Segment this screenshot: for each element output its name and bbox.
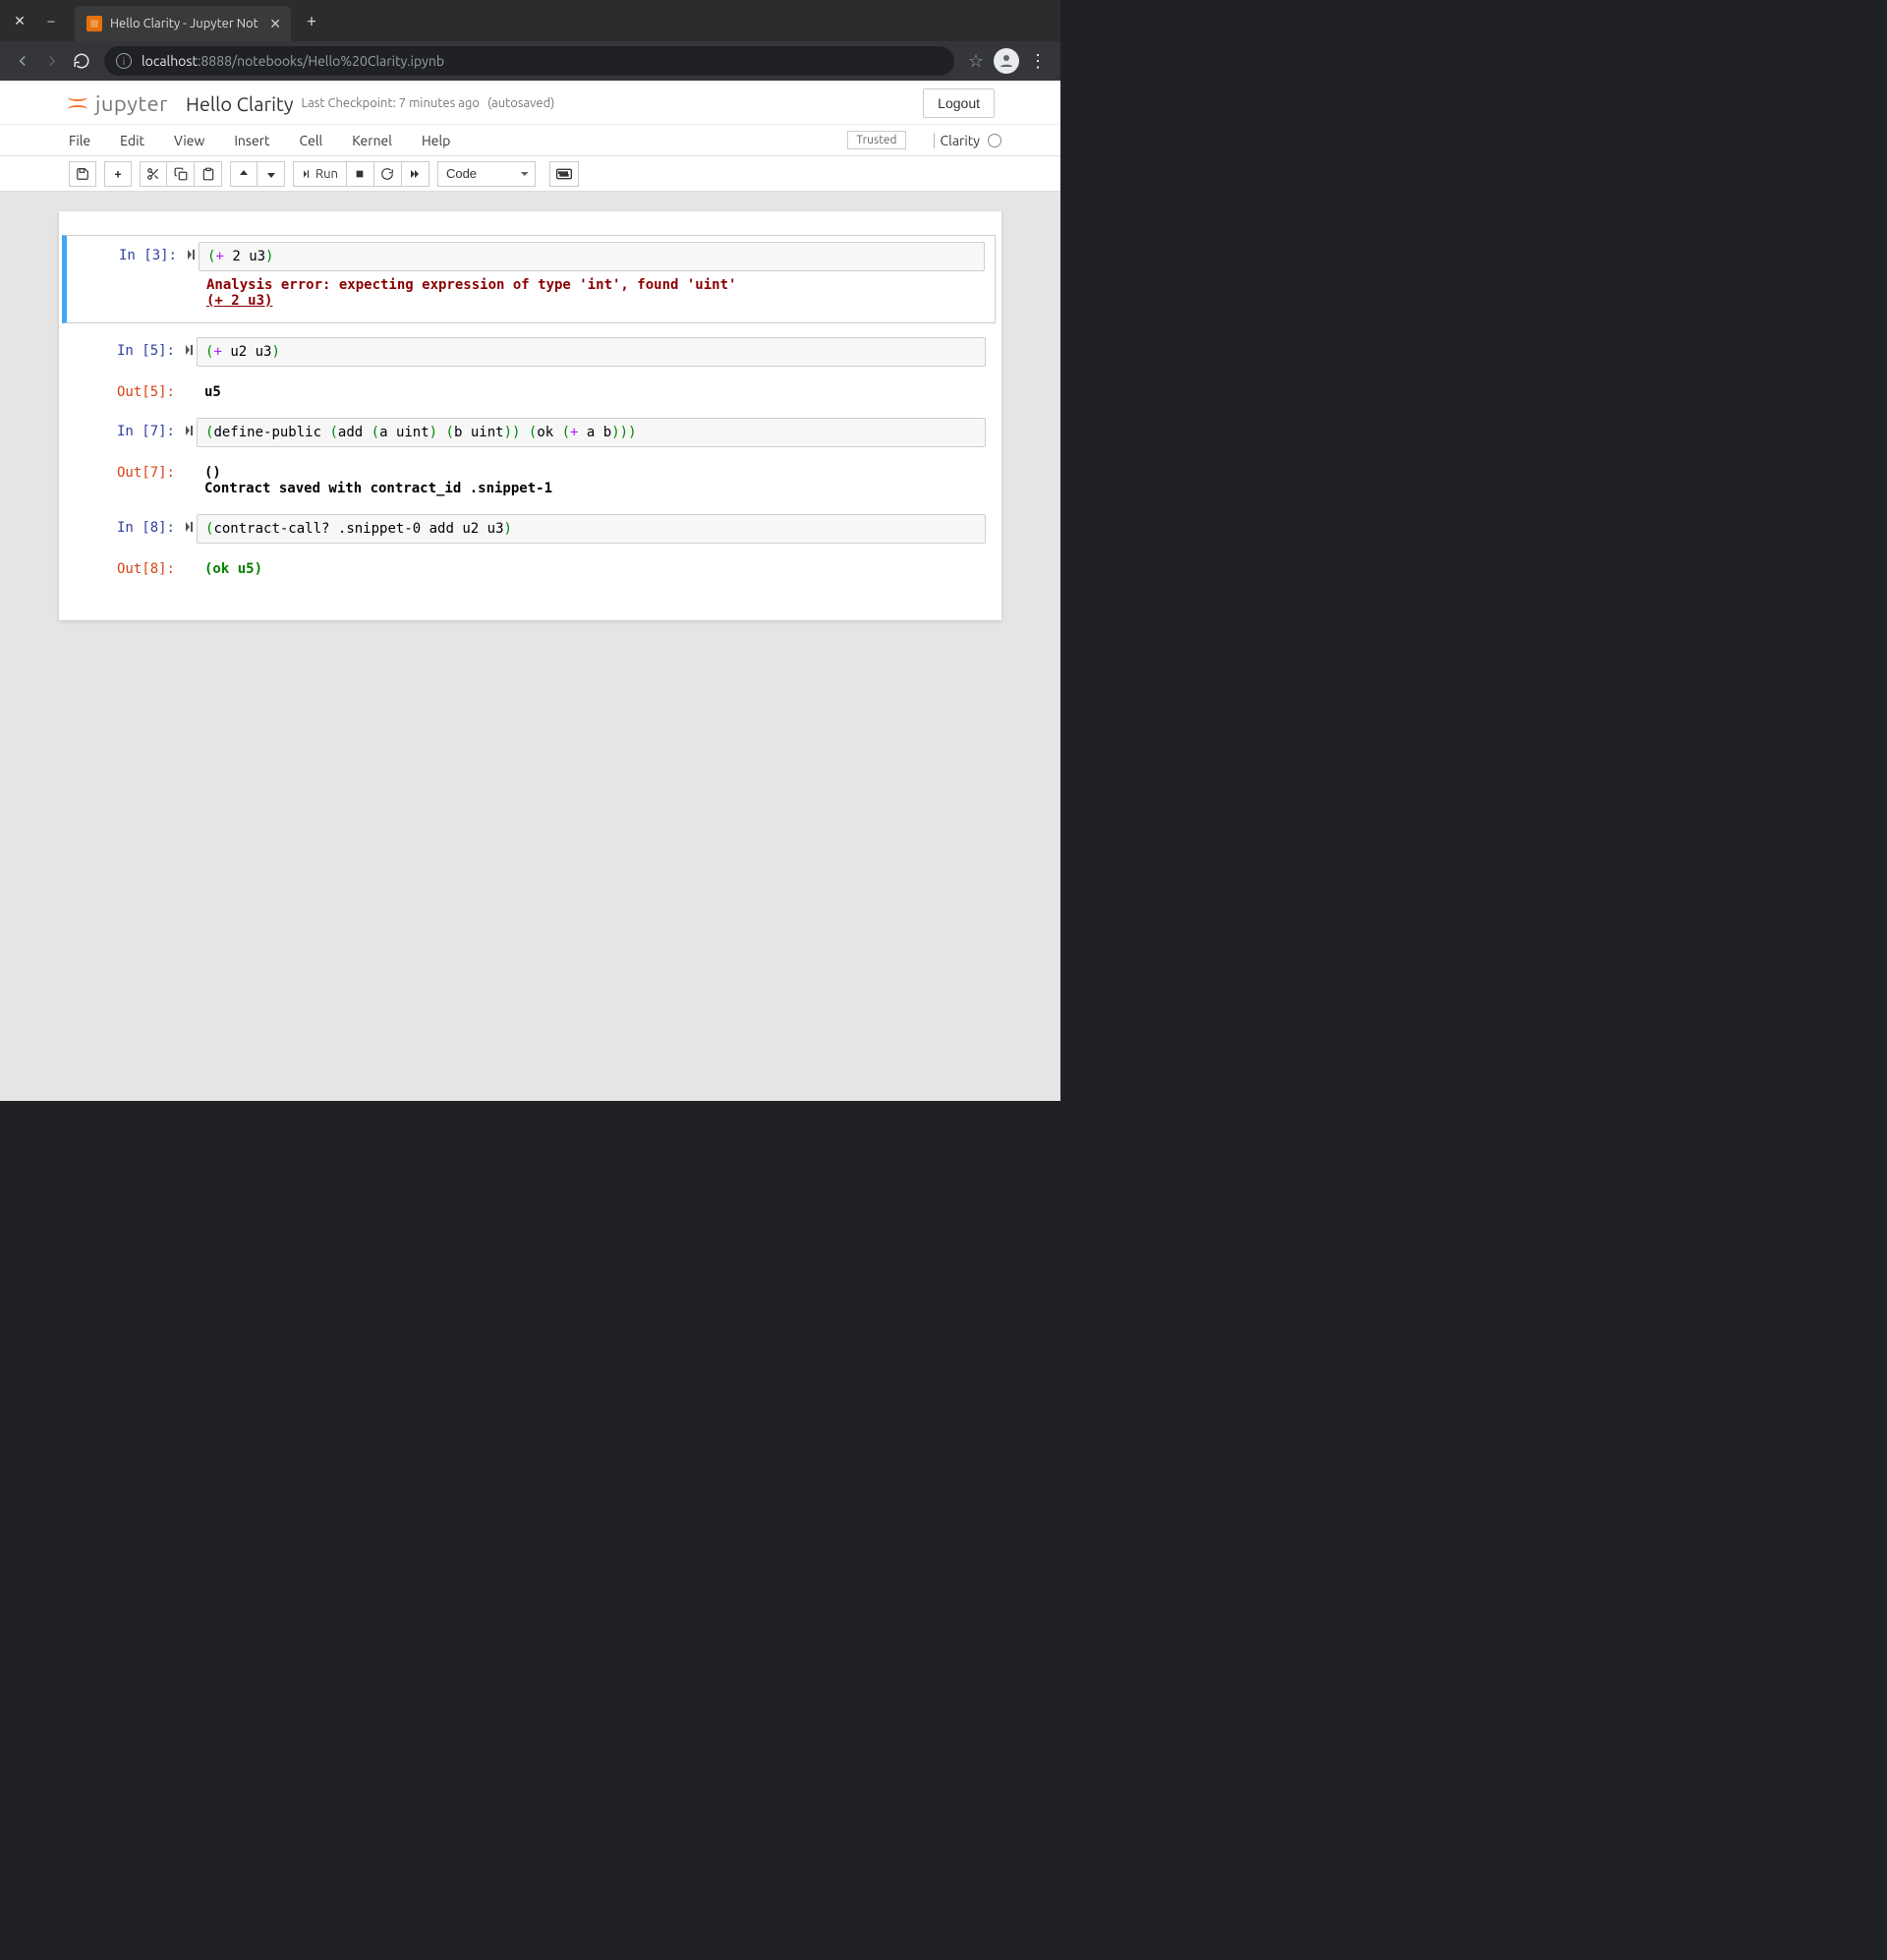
- copy-button[interactable]: [167, 161, 195, 187]
- window-titlebar: ✕ – Hello Clarity - Jupyter Not ✕ +: [0, 0, 1060, 41]
- bookmark-star-icon[interactable]: ☆: [968, 51, 984, 72]
- menu-view[interactable]: View: [174, 133, 204, 148]
- run-indicator-icon[interactable]: [183, 418, 197, 447]
- interrupt-button[interactable]: [347, 161, 374, 187]
- kernel-name[interactable]: Clarity: [934, 133, 980, 148]
- cell-output: (ok u5): [197, 557, 986, 581]
- jupyter-toolbar: + Run: [0, 156, 1060, 192]
- out-prompt: Out[8]:: [65, 557, 183, 581]
- address-bar[interactable]: i localhost:8888/notebooks/Hello%20Clari…: [104, 46, 954, 76]
- move-down-button[interactable]: [257, 161, 285, 187]
- out-prompt: Out[5]:: [65, 380, 183, 404]
- page-content: jupyter Hello Clarity Last Checkpoint: 7…: [0, 81, 1060, 1101]
- tab-title: Hello Clarity - Jupyter Not: [110, 17, 261, 30]
- forward-button[interactable]: [37, 46, 67, 76]
- profile-avatar-icon[interactable]: [994, 48, 1019, 74]
- notebook-title[interactable]: Hello Clarity: [186, 92, 294, 115]
- menu-insert[interactable]: Insert: [234, 133, 269, 148]
- autosave-text: (autosaved): [487, 96, 554, 110]
- kernel-indicator-icon[interactable]: [988, 134, 1001, 147]
- browser-tab[interactable]: Hello Clarity - Jupyter Not ✕: [75, 6, 291, 41]
- error-output: Analysis error: expecting expression of …: [199, 271, 985, 309]
- code-input[interactable]: (+ 2 u3): [199, 242, 985, 271]
- code-cell[interactable]: In [8]: (contract-call? .snippet-0 add u2…: [65, 510, 996, 548]
- code-input[interactable]: (+ u2 u3): [197, 337, 986, 367]
- notebook-container: In [3]: (+ 2 u3)Analysis error: expecting…: [0, 192, 1060, 640]
- cell-output: ()Contract saved with contract_id .snipp…: [197, 461, 986, 500]
- url-host: localhost: [142, 53, 198, 69]
- reload-button[interactable]: [67, 46, 96, 76]
- jupyter-logo-icon: [66, 91, 89, 115]
- output-row: Out[7]: ()Contract saved with contract_id…: [65, 461, 996, 500]
- notebook: In [3]: (+ 2 u3)Analysis error: expecting…: [59, 211, 1001, 620]
- cell-type-select[interactable]: Code: [437, 161, 536, 187]
- url-path: :8888/notebooks/Hello%20Clarity.ipynb: [198, 53, 444, 69]
- run-button[interactable]: Run: [293, 161, 347, 187]
- code-cell[interactable]: In [3]: (+ 2 u3)Analysis error: expecting…: [62, 235, 996, 323]
- window-minimize-button[interactable]: –: [37, 7, 65, 34]
- trusted-badge[interactable]: Trusted: [847, 131, 905, 149]
- run-indicator-icon[interactable]: [185, 242, 199, 309]
- output-row: Out[8]: (ok u5): [65, 557, 996, 581]
- menu-kernel[interactable]: Kernel: [352, 133, 392, 148]
- code-cell[interactable]: In [7]: (define-public (add (a uint) (b u…: [65, 414, 996, 451]
- output-row: Out[5]: u5: [65, 380, 996, 404]
- restart-run-all-button[interactable]: [402, 161, 429, 187]
- tab-close-icon[interactable]: ✕: [269, 16, 281, 32]
- logout-button[interactable]: Logout: [923, 88, 995, 118]
- run-indicator-icon[interactable]: [183, 337, 197, 367]
- run-indicator-icon[interactable]: [183, 514, 197, 544]
- jupyter-logo-word: jupyter: [95, 91, 168, 116]
- notebook-favicon-icon: [86, 16, 102, 31]
- in-prompt: In [5]:: [65, 337, 183, 367]
- back-button[interactable]: [8, 46, 37, 76]
- in-prompt: In [3]:: [67, 242, 185, 309]
- move-up-button[interactable]: [230, 161, 257, 187]
- browser-menu-icon[interactable]: ⋮: [1029, 51, 1047, 72]
- menu-edit[interactable]: Edit: [120, 133, 144, 148]
- menu-file[interactable]: File: [69, 133, 90, 148]
- site-info-icon[interactable]: i: [116, 53, 132, 69]
- run-label: Run: [315, 167, 338, 181]
- restart-button[interactable]: [374, 161, 402, 187]
- jupyter-menubar: File Edit View Insert Cell Kernel Help T…: [0, 125, 1060, 156]
- menu-cell[interactable]: Cell: [300, 133, 323, 148]
- in-prompt: In [7]:: [65, 418, 183, 447]
- code-input[interactable]: (define-public (add (a uint) (b uint)) (…: [197, 418, 986, 447]
- code-input[interactable]: (contract-call? .snippet-0 add u2 u3): [197, 514, 986, 544]
- new-tab-button[interactable]: +: [297, 11, 326, 30]
- browser-toolbar: i localhost:8888/notebooks/Hello%20Clari…: [0, 41, 1060, 81]
- checkpoint-text: Last Checkpoint: 7 minutes ago: [301, 96, 479, 110]
- jupyter-logo[interactable]: jupyter: [66, 91, 168, 116]
- out-prompt: Out[7]:: [65, 461, 183, 500]
- cell-output: u5: [197, 380, 986, 404]
- paste-button[interactable]: [195, 161, 222, 187]
- save-button[interactable]: [69, 161, 96, 187]
- add-cell-button[interactable]: +: [104, 161, 132, 187]
- jupyter-header: jupyter Hello Clarity Last Checkpoint: 7…: [0, 81, 1060, 125]
- in-prompt: In [8]:: [65, 514, 183, 544]
- window-close-button[interactable]: ✕: [6, 7, 33, 34]
- code-cell[interactable]: In [5]: (+ u2 u3): [65, 333, 996, 371]
- command-palette-button[interactable]: [549, 161, 579, 187]
- menu-help[interactable]: Help: [422, 133, 450, 148]
- cut-button[interactable]: [140, 161, 167, 187]
